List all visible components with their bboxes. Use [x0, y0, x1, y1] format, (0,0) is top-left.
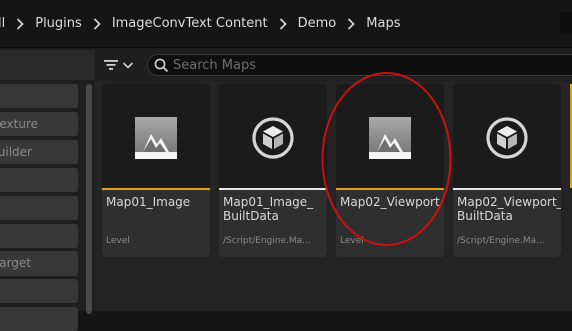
asset-name: Map01_Image: [106, 195, 191, 209]
left-panel-scrollbar[interactable]: [86, 84, 92, 314]
search-icon: [154, 58, 169, 73]
left-panel-item[interactable]: [0, 168, 78, 192]
asset-type: Level: [106, 236, 130, 246]
breadcrumb-item-imageconvtext-content[interactable]: ImageConvText Content: [112, 16, 268, 31]
cube-icon: [486, 117, 528, 159]
asset-thumbnail: [336, 84, 444, 188]
asset-grid: Map01_Image Level Map01_Image_ BuiltData…: [95, 81, 572, 311]
chevron-right-icon[interactable]: [342, 0, 360, 47]
asset-thumbnail: [219, 84, 327, 188]
left-panel-item[interactable]: uilder: [0, 140, 78, 164]
left-panel-header: [0, 50, 95, 80]
asset-type-bar: [336, 188, 444, 190]
asset-type: /Script/Engine.Ma...: [457, 236, 545, 246]
filter-button[interactable]: [103, 55, 137, 75]
asset-type-bar: [453, 188, 561, 190]
cube-icon: [252, 117, 294, 159]
asset-type-bar: [102, 188, 210, 190]
asset-thumbnail: [102, 84, 210, 188]
filter-icon: [104, 60, 118, 70]
topbar-edge-control[interactable]: [560, 12, 572, 34]
level-icon: [135, 117, 177, 159]
asset-tile[interactable]: Map02_Viewport_ BuiltData /Script/Engine…: [453, 84, 561, 257]
asset-name: Map02_Viewport_ BuiltData: [457, 195, 561, 223]
left-panel-item[interactable]: [0, 196, 78, 220]
level-icon: [369, 117, 411, 159]
asset-type-bar: [219, 188, 327, 190]
asset-tile[interactable]: Map02_Viewport Level: [336, 84, 444, 257]
search-box[interactable]: [147, 54, 572, 76]
left-panel-item[interactable]: [0, 84, 78, 108]
asset-tile[interactable]: Map01_Image_ BuiltData /Script/Engine.Ma…: [219, 84, 327, 257]
asset-type: /Script/Engine.Ma...: [223, 236, 311, 246]
breadcrumb-item-demo[interactable]: Demo: [298, 16, 337, 31]
asset-tile[interactable]: Map01_Image Level: [102, 84, 210, 257]
left-panel: exture uilder arget: [0, 48, 95, 331]
left-panel-item[interactable]: [0, 279, 78, 303]
chevron-right-icon[interactable]: [274, 0, 292, 47]
breadcrumb: ll Plugins ImageConvText Content Demo Ma…: [0, 0, 400, 47]
content-toolbar: [95, 48, 572, 81]
chevron-right-icon[interactable]: [88, 0, 106, 47]
left-panel-item[interactable]: exture: [0, 112, 78, 136]
chevron-right-icon[interactable]: [11, 0, 29, 47]
asset-name: Map01_Image_ BuiltData: [223, 195, 314, 223]
chevron-down-icon: [122, 62, 134, 69]
breadcrumb-item-all[interactable]: ll: [0, 16, 5, 31]
breadcrumb-item-plugins[interactable]: Plugins: [35, 16, 82, 31]
asset-thumbnail: [453, 84, 561, 188]
breadcrumb-item-maps[interactable]: Maps: [366, 16, 400, 31]
asset-name: Map02_Viewport: [340, 195, 440, 209]
search-input[interactable]: [173, 56, 553, 74]
asset-type: Level: [340, 236, 364, 246]
left-panel-item[interactable]: arget: [0, 251, 78, 275]
breadcrumb-bar: ll Plugins ImageConvText Content Demo Ma…: [0, 0, 572, 48]
left-panel-item[interactable]: [0, 224, 78, 248]
